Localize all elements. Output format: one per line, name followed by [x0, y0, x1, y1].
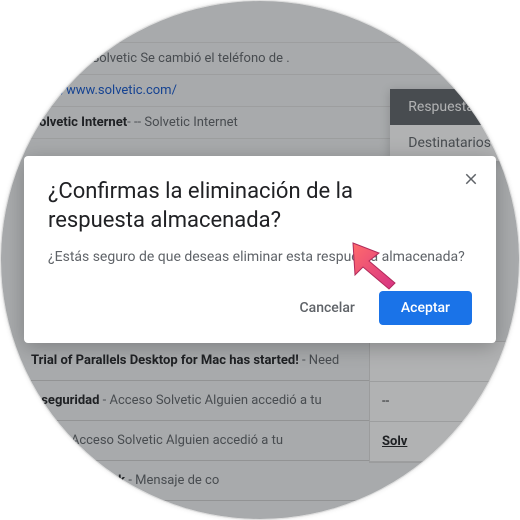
cancel-button[interactable]: Cancelar [284, 292, 371, 324]
dialog-body-text: ¿Estás seguro de que deseas eliminar est… [48, 249, 472, 265]
accept-button[interactable]: Aceptar [379, 291, 472, 325]
close-icon[interactable] [462, 170, 480, 192]
confirm-delete-dialog: ¿Confirmas la eliminación de la respuest… [24, 156, 496, 343]
dialog-actions: Cancelar Aceptar [48, 291, 472, 325]
dialog-title: ¿Confirmas la eliminación de la respuest… [48, 178, 472, 235]
